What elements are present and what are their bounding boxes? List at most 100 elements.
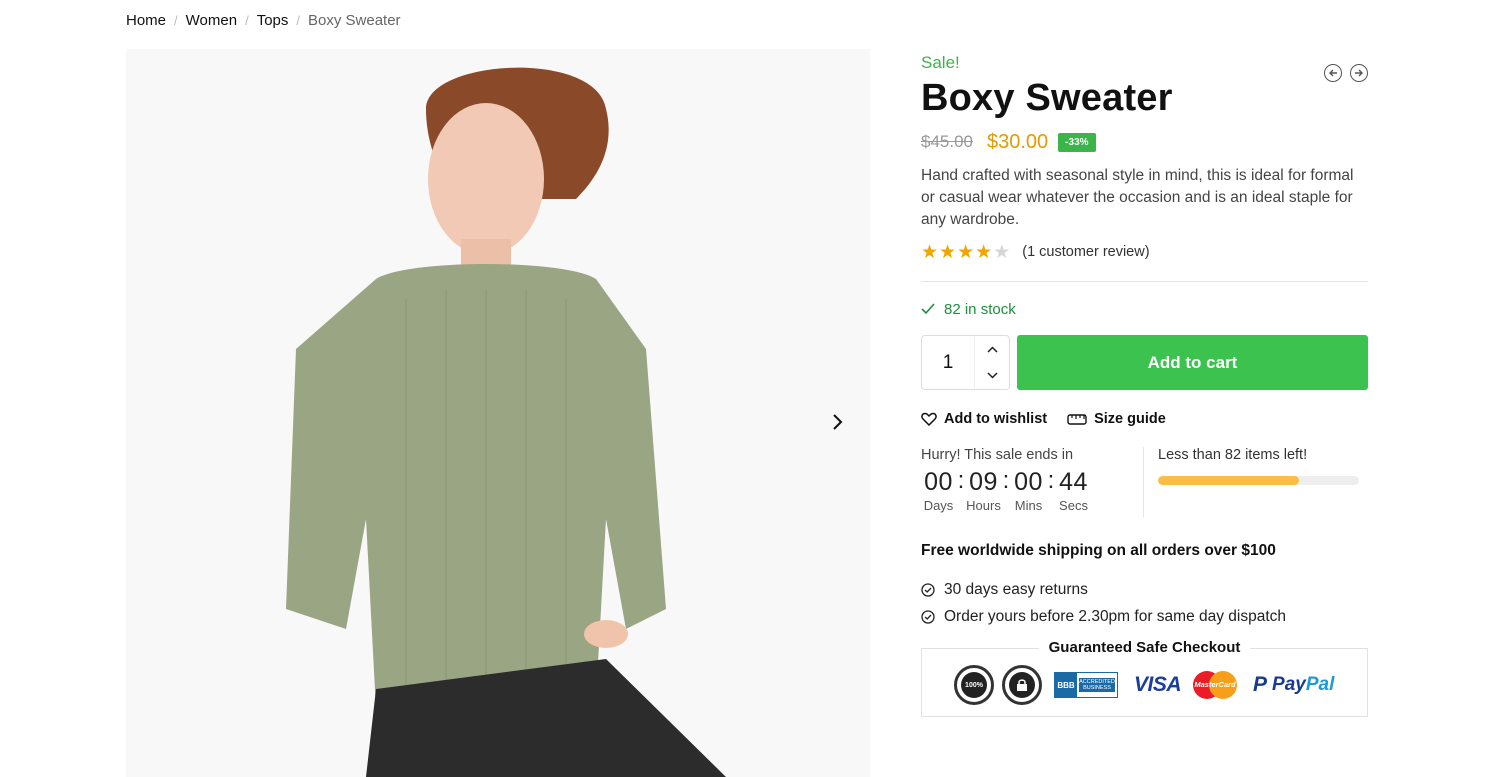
hours-value: 09 (969, 468, 998, 496)
chevron-right-icon (833, 414, 843, 430)
days-value: 00 (924, 468, 953, 496)
benefit-list: 30 days easy returns Order yours before … (921, 576, 1368, 630)
chevron-down-icon (986, 372, 998, 379)
quantity-increase-button[interactable] (975, 336, 1009, 363)
hours-label: Hours (966, 498, 1001, 513)
countdown-hours: 09 Hours (966, 467, 1001, 513)
add-to-wishlist-link[interactable]: Add to wishlist (921, 411, 1047, 427)
timer-colon: : (1002, 467, 1010, 494)
timer-colon: : (957, 467, 965, 494)
cart-row: Add to cart (921, 335, 1368, 390)
product-summary: Sale! Boxy Sweater $45.00 $30.00 -33% Ha… (921, 52, 1368, 630)
breadcrumb-current: Boxy Sweater (308, 12, 401, 29)
star-filled-icon: ★ (939, 241, 957, 263)
paypal-text-2: Pal (1305, 674, 1335, 695)
quantity-stepper (921, 335, 1010, 390)
price-new: $30.00 (987, 130, 1049, 153)
product-title: Boxy Sweater (921, 77, 1173, 119)
product-image (126, 49, 870, 777)
prev-product-button[interactable] (1324, 64, 1342, 82)
sale-flag: Sale! (921, 53, 960, 72)
bbb-text: ACCREDITED BUSINESS (1079, 678, 1115, 692)
benefit-item: 30 days easy returns (921, 576, 1368, 603)
stock-status: 82 in stock (921, 299, 1368, 319)
mastercard-text: MasterCard (1194, 680, 1236, 689)
paypal-text-1: Pay (1272, 674, 1306, 695)
countdown-days: 00 Days (921, 467, 956, 513)
countdown-timer: 00 Days : 09 Hours : 00 Mins : 44 Secs (921, 467, 1143, 513)
breadcrumb-women[interactable]: Women (186, 12, 237, 29)
stock-meter: Less than 82 items left! (1144, 447, 1368, 517)
countdown-secs: 44 Secs (1056, 467, 1091, 513)
countdown-mins: 00 Mins (1011, 467, 1046, 513)
shipping-headline: Free worldwide shipping on all orders ov… (921, 542, 1276, 559)
countdown-label: Hurry! This sale ends in (921, 447, 1074, 463)
stock-meter-label: Less than 82 items left! (1158, 447, 1308, 463)
safe-checkout-box: Guaranteed Safe Checkout 100% BBB ACCRED… (921, 639, 1368, 717)
gallery-next-button[interactable] (818, 404, 858, 440)
wishlist-label: Add to wishlist (944, 411, 1048, 427)
check-icon (921, 303, 935, 315)
price-old: $45.00 (921, 132, 973, 151)
secs-label: Secs (1059, 498, 1088, 513)
breadcrumb-separator: / (174, 13, 178, 28)
mins-label: Mins (1014, 498, 1043, 513)
review-link[interactable]: (1 customer review) (1022, 244, 1149, 260)
stock-progress-fill (1158, 476, 1299, 485)
breadcrumb-separator: / (245, 13, 249, 28)
product-nav (1324, 64, 1368, 82)
bbb-accredited-badge: BBB ACCREDITED BUSINESS (1054, 672, 1118, 698)
arrow-right-icon (1355, 69, 1363, 77)
secure-ordering-seal-icon (1002, 665, 1042, 705)
days-label: Days (923, 498, 954, 513)
price-row: $45.00 $30.00 -33% (921, 127, 1368, 157)
paypal-logo: P Pay Pal (1253, 673, 1334, 697)
breadcrumb: Home / Women / Tops / Boxy Sweater (126, 12, 401, 29)
benefit-text: Order yours before 2.30pm for same day d… (944, 607, 1287, 625)
secs-value: 44 (1059, 468, 1088, 496)
size-guide-link[interactable]: Size guide (1067, 411, 1166, 427)
breadcrumb-tops[interactable]: Tops (257, 12, 289, 29)
product-description: Hand crafted with seasonal style in mind… (921, 167, 1354, 228)
divider (921, 281, 1368, 282)
mastercard-logo: MasterCard (1193, 671, 1238, 699)
breadcrumb-separator: / (296, 13, 300, 28)
quantity-input[interactable] (922, 336, 974, 389)
visa-logo: VISA (1134, 673, 1182, 696)
chevron-up-icon (986, 346, 998, 353)
paypal-icon: P (1253, 673, 1268, 696)
sale-countdown: Hurry! This sale ends in 00 Days : 09 Ho… (921, 447, 1144, 517)
payment-badges: 100% BBB ACCREDITED BUSINESS VISA Master… (954, 665, 1334, 705)
breadcrumb-home[interactable]: Home (126, 12, 166, 29)
rating-stars: ★ ★ ★ ★ ★ (921, 243, 1010, 262)
safe-checkout-title: Guaranteed Safe Checkout (1038, 639, 1251, 656)
timer-colon: : (1047, 467, 1055, 494)
star-filled-icon: ★ (921, 241, 939, 263)
product-links: Add to wishlist Size guide (921, 410, 1368, 428)
add-to-cart-button[interactable]: Add to cart (1017, 335, 1368, 390)
product-rating: ★ ★ ★ ★ ★ (1 customer review) (921, 241, 1368, 263)
stock-text: 82 in stock (944, 300, 1016, 318)
next-product-button[interactable] (1350, 64, 1368, 82)
product-gallery (126, 49, 870, 777)
mins-value: 00 (1014, 468, 1043, 496)
quantity-decrease-button[interactable] (975, 363, 1009, 390)
star-filled-icon: ★ (975, 241, 993, 263)
star-filled-icon: ★ (957, 241, 975, 263)
bbb-logo: BBB (1055, 673, 1077, 697)
heart-icon (921, 412, 937, 426)
discount-badge: -33% (1058, 132, 1096, 152)
benefit-item: Order yours before 2.30pm for same day d… (921, 603, 1368, 630)
satisfaction-seal-icon: 100% (954, 665, 994, 705)
star-empty-icon: ★ (993, 241, 1011, 263)
check-circle-icon (921, 582, 935, 597)
benefit-text: 30 days easy returns (944, 580, 1088, 598)
stock-progress-bar (1158, 476, 1359, 485)
size-guide-label: Size guide (1094, 411, 1166, 427)
ruler-icon (1067, 414, 1087, 425)
quantity-steps (974, 336, 1009, 389)
arrow-left-icon (1329, 69, 1337, 77)
lock-icon (1009, 672, 1035, 698)
check-circle-icon (921, 609, 935, 624)
seal-text: 100% (961, 672, 987, 698)
